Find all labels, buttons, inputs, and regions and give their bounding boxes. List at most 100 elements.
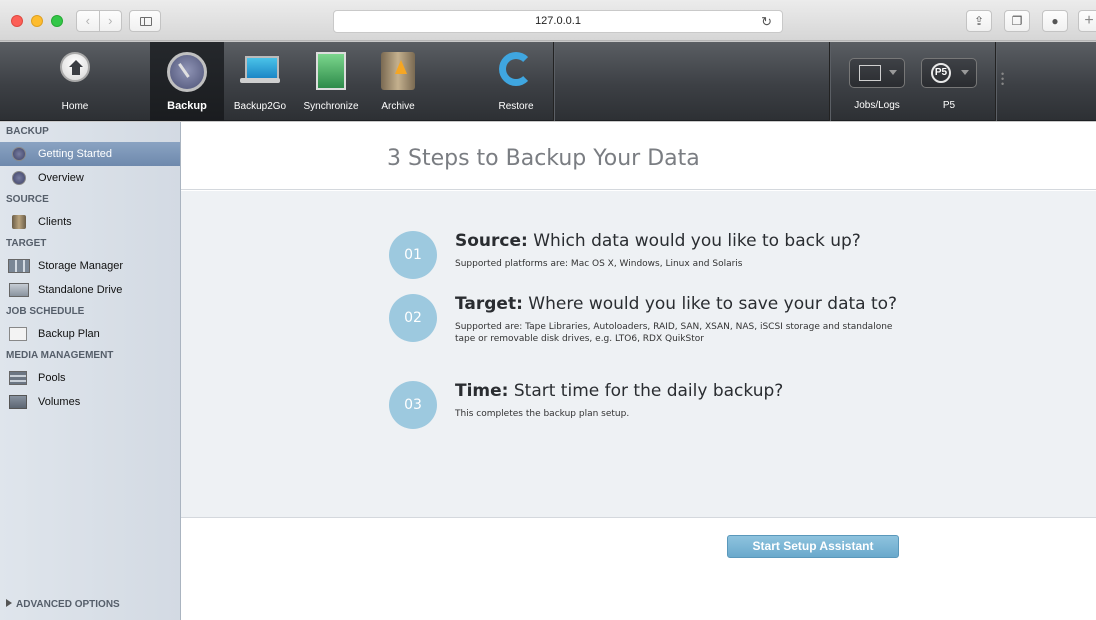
minimize-window-button[interactable] <box>31 15 43 27</box>
sidebar-item-pools[interactable]: Pools <box>0 366 180 390</box>
plus-icon: + <box>1084 12 1094 29</box>
sidebar-item-label: Overview <box>38 172 84 184</box>
step-description: Supported are: Tape Libraries, Autoloade… <box>455 322 893 344</box>
close-window-button[interactable] <box>11 15 23 27</box>
calendar-icon <box>9 327 27 341</box>
toolbar-backup[interactable]: Backup <box>150 42 224 121</box>
step-question: Where would you like to save your data t… <box>528 294 898 314</box>
toolbar-synchronize[interactable]: Synchronize <box>298 42 364 121</box>
gauge-icon <box>167 52 207 92</box>
back-button[interactable]: ‹ <box>77 11 100 31</box>
toolbar-label: Archive <box>381 101 415 112</box>
p5-dropdown[interactable]: P5 <box>921 58 977 88</box>
toolbar-home[interactable]: Home <box>40 42 110 121</box>
share-button[interactable]: ⇪ <box>966 10 992 32</box>
tabs-icon: ❐ <box>1011 14 1023 28</box>
start-setup-assistant-button[interactable]: Start Setup Assistant <box>727 535 899 558</box>
toolbar-label: Synchronize <box>303 101 359 112</box>
jobs-logs-label: Jobs/Logs <box>854 100 900 111</box>
step-heading: Source: Which data would you like to bac… <box>455 231 861 251</box>
step-key: Time: <box>455 381 509 401</box>
step-heading: Target: Where would you like to save you… <box>455 294 897 314</box>
sidebar-item-getting-started[interactable]: Getting Started <box>0 142 180 166</box>
step-key: Target: <box>455 294 523 314</box>
archive-icon <box>381 52 415 90</box>
chevron-down-icon <box>961 70 969 75</box>
toolbar-backup2go[interactable]: Backup2Go <box>230 42 290 121</box>
home-icon <box>60 52 90 82</box>
sidebar-item-label: Standalone Drive <box>38 284 123 296</box>
toolbar-restore[interactable]: Restore <box>484 42 548 121</box>
step-question: Which data would you like to back up? <box>533 231 861 251</box>
sidebar-item-volumes[interactable]: Volumes <box>0 390 180 414</box>
advanced-options-toggle[interactable]: ADVANCED OPTIONS <box>0 590 181 620</box>
pools-icon <box>9 371 27 385</box>
advanced-options-label: ADVANCED OPTIONS <box>16 599 120 610</box>
sidebar-item-label: Getting Started <box>38 148 112 160</box>
browser-toolbar: ‹ › 127.0.0.1 ↻ ⇪ ❐ ● + <box>0 0 1096 41</box>
address-bar[interactable]: 127.0.0.1 ↻ <box>333 10 783 33</box>
step-description: This completes the backup plan setup. <box>455 409 630 419</box>
sidebar-item-standalone-drive[interactable]: Standalone Drive <box>0 278 180 302</box>
step-number-badge: 02 <box>389 294 437 342</box>
toolbar-label: Backup2Go <box>233 101 287 112</box>
tab-overview-button[interactable]: ❐ <box>1004 10 1030 32</box>
sidebar-section-job-schedule: JOB SCHEDULE <box>6 306 85 317</box>
show-sidebar-button[interactable] <box>129 10 161 32</box>
sidebar-item-overview[interactable]: Overview <box>0 166 180 190</box>
share-icon: ⇪ <box>973 14 985 28</box>
sidebar-section-backup: BACKUP <box>6 126 49 137</box>
sidebar-item-clients[interactable]: Clients <box>0 210 180 234</box>
new-tab-button[interactable]: + <box>1078 10 1096 32</box>
sidebar-item-backup-plan[interactable]: Backup Plan <box>0 322 180 346</box>
sidebar-item-label: Backup Plan <box>38 328 100 340</box>
app-toolbar: Home Backup Backup2Go Synchronize Archiv… <box>0 42 1096 121</box>
toolbar-divider <box>553 42 555 121</box>
storage-icon <box>8 259 30 273</box>
reload-icon[interactable]: ↻ <box>761 11 772 32</box>
p5-label: P5 <box>942 100 956 111</box>
downloads-button[interactable]: ● <box>1042 10 1068 32</box>
sidebar-section-target: TARGET <box>6 238 47 249</box>
sidebar-item-storage-manager[interactable]: Storage Manager <box>0 254 180 278</box>
download-icon: ● <box>1051 14 1059 28</box>
step-heading: Time: Start time for the daily backup? <box>455 381 783 401</box>
sidebar-item-label: Storage Manager <box>38 260 123 272</box>
jobs-logs-dropdown[interactable] <box>849 58 905 88</box>
sidebar-item-label: Clients <box>38 216 72 228</box>
zoom-window-button[interactable] <box>51 15 63 27</box>
toolbar-divider <box>829 42 831 121</box>
step-number-badge: 03 <box>389 381 437 429</box>
toolbar-label: Backup <box>167 100 207 112</box>
title-area: 3 Steps to Backup Your Data <box>181 122 1096 190</box>
resize-grip-icon[interactable]: • • • <box>1001 70 1004 89</box>
sidebar-item-label: Pools <box>38 372 66 384</box>
gauge-icon <box>12 147 26 161</box>
volumes-icon <box>9 395 27 409</box>
sidebar-section-source: SOURCE <box>6 194 49 205</box>
step-question: Start time for the daily backup? <box>513 381 784 401</box>
step-number-badge: 01 <box>389 231 437 279</box>
sidebar: BACKUP Getting Started Overview SOURCE C… <box>0 122 181 620</box>
sidebar-item-label: Volumes <box>38 396 81 408</box>
sync-icon <box>316 52 346 90</box>
monitor-icon <box>859 65 881 81</box>
step-key: Source: <box>455 231 528 251</box>
disclosure-triangle-icon <box>6 599 12 607</box>
forward-button[interactable]: › <box>100 11 122 31</box>
sidebar-icon <box>140 17 152 26</box>
toolbar-label: Home <box>61 101 89 112</box>
step-description: Supported platforms are: Mac OS X, Windo… <box>455 259 743 269</box>
toolbar-label: Restore <box>498 101 534 112</box>
laptop-icon <box>240 52 280 86</box>
drive-icon <box>9 283 29 297</box>
page-title: 3 Steps to Backup Your Data <box>387 146 700 171</box>
toolbar-archive[interactable]: Archive <box>372 42 424 121</box>
steps-panel: 01 Source: Which data would you like to … <box>181 191 1096 518</box>
restore-icon <box>499 52 533 86</box>
url-text: 127.0.0.1 <box>535 15 581 27</box>
server-icon <box>12 215 26 229</box>
toolbar-divider <box>995 42 997 121</box>
main-panel: 3 Steps to Backup Your Data 01 Source: W… <box>181 122 1096 620</box>
p5-logo-icon: P5 <box>931 63 951 83</box>
